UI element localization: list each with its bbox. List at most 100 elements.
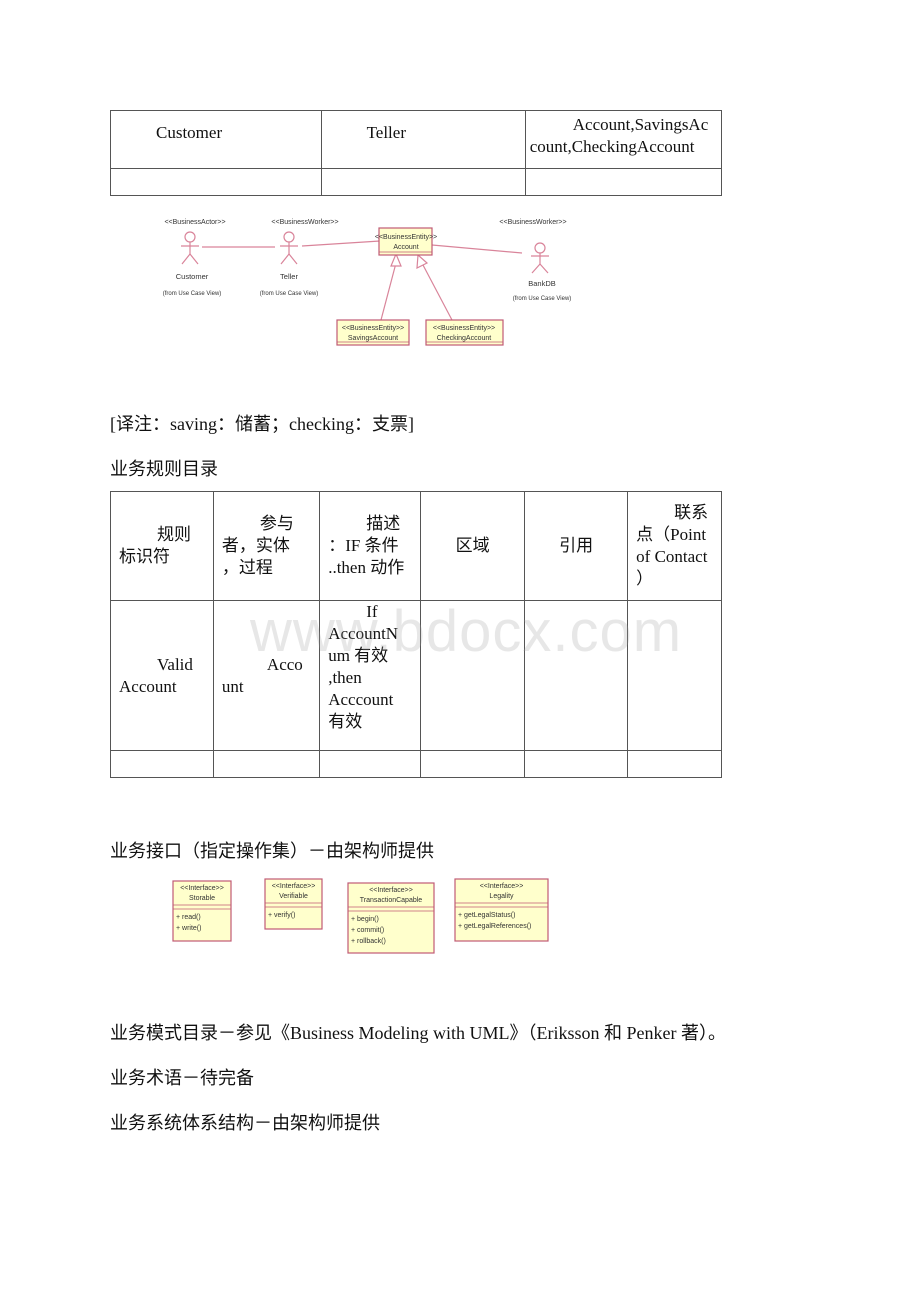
table-header-cell: 描述 ：IF 条件 ..then 动作 <box>319 491 422 601</box>
table-header-cell: 参与者，实体 ，过程 <box>212 491 321 601</box>
table-cell: Valid Account <box>110 600 214 751</box>
cell-line: 引用 <box>559 536 594 555</box>
cell-line: 点（Point <box>636 525 707 544</box>
table-header-row: 规则标识符 参与者，实体 ，过程 描述 ：IF 条件 ..then 动作 区域 引用 联系点（P… <box>110 491 722 601</box>
generalization-line <box>422 264 453 321</box>
association-line <box>301 240 381 247</box>
actor-note: (from Use Case View) <box>163 291 222 297</box>
generalization-arrowhead <box>416 253 429 270</box>
cell-line: Valid <box>157 654 193 674</box>
entity-stereotype: <<BusinessEntity>> <box>433 325 495 332</box>
cell-line: 区域 <box>455 536 490 555</box>
table-cell: Acco unt <box>212 600 321 751</box>
table-cell <box>627 600 722 751</box>
interface-name: Verifiable <box>279 893 308 900</box>
cell-text: Teller <box>366 122 406 142</box>
table-cell <box>420 750 525 778</box>
cell-line: 参与 <box>259 514 294 533</box>
entity-stereotype: <<BusinessEntity>> <box>375 234 437 241</box>
interface-operation: + read() <box>176 914 201 921</box>
cell-line: ，过程 <box>221 558 273 577</box>
table-row <box>110 750 722 778</box>
table-header-cell: 规则标识符 <box>110 491 214 601</box>
entity-account: <<BusinessEntity>> Account <box>375 227 437 256</box>
entity-name: SavingsAccount <box>348 335 398 342</box>
interface-stereotype: <<Interface>> <box>369 887 413 894</box>
entity-name: Account <box>393 244 418 251</box>
cell-line: ：IF 条件 <box>328 536 399 555</box>
table-cell: Teller <box>320 110 526 169</box>
generalization-line <box>380 262 397 321</box>
paragraph-business-architecture: 业务系统体系结构－由架构师提供 <box>110 1113 380 1133</box>
cell-line: Acccount <box>328 690 394 709</box>
table-row <box>110 168 723 196</box>
table-cell <box>627 750 722 778</box>
interface-name: Storable <box>189 895 215 902</box>
interface-operation: + verify() <box>268 912 295 919</box>
cell-line: ..then 动作 <box>328 558 405 577</box>
paragraph-business-patterns: 业务模式目录－参见《Business Modeling with UML》（Er… <box>110 1023 726 1043</box>
generalization-arrowhead <box>390 252 402 267</box>
interface-operation: + commit() <box>351 927 384 934</box>
interface-storable: <<Interface>> Storable + read() + write() <box>172 880 232 942</box>
actor-customer-icon <box>181 231 199 265</box>
table-cell <box>524 168 723 196</box>
interface-name: TransactionCapable <box>360 897 422 904</box>
cell-line: Acco <box>266 654 303 674</box>
cell-line: Account <box>119 676 177 696</box>
table-cell <box>319 750 422 778</box>
interface-stereotype: <<Interface>> <box>272 883 316 890</box>
table-row: Customer Teller Account,SavingsAc count,… <box>110 110 723 169</box>
interface-operation: + getLegalReferences() <box>458 923 531 930</box>
cell-line: 规则 <box>157 525 191 544</box>
translator-note: [译注：saving：储蓄；checking：支票] <box>110 414 414 434</box>
cell-line: AccountN <box>328 624 399 643</box>
cell-line: of Contact <box>636 547 708 566</box>
interface-verifiable: <<Interface>> Verifiable + verify() <box>264 878 323 930</box>
cell-line: 有效 <box>328 712 363 731</box>
actor-note: (from Use Case View) <box>513 296 572 302</box>
cell-line: 者，实体 <box>221 536 290 555</box>
table-cell <box>523 750 629 778</box>
interface-stereotype: <<Interface>> <box>180 885 224 892</box>
section-heading-business-interfaces: 业务接口（指定操作集）－由架构师提供 <box>110 841 434 861</box>
interface-transactioncapable: <<Interface>> TransactionCapable + begin()… <box>347 882 435 954</box>
cell-line: um 有效 <box>328 646 389 665</box>
cell-line: 描述 <box>366 514 401 533</box>
cell-line: ,then <box>328 668 362 687</box>
actor-stereotype: <<BusinessWorker>> <box>271 219 338 226</box>
cell-text: count,CheckingAccount <box>529 136 695 156</box>
cell-line: If <box>366 602 378 621</box>
cell-text: Customer <box>156 122 223 142</box>
table-cell <box>420 600 525 751</box>
paragraph-business-glossary: 业务术语－待完备 <box>110 1068 254 1088</box>
interface-legality: <<Interface>> Legality + getLegalStatus() +… <box>454 878 549 942</box>
interface-operation: + getLegalStatus() <box>458 912 515 919</box>
cell-line: 联系 <box>674 503 709 522</box>
cell-line: unt <box>221 676 244 696</box>
business-object-diagram: <<BusinessActor>> Customer (from Use Cas… <box>163 219 572 346</box>
table-cell <box>523 600 629 751</box>
actor-name: Teller <box>280 272 298 281</box>
table-cell <box>320 168 526 196</box>
entity-name: CheckingAccount <box>437 335 492 342</box>
table-cell: Customer <box>110 110 322 169</box>
interface-operation: + rollback() <box>351 938 386 945</box>
actor-name: Customer <box>176 272 209 281</box>
table-cell <box>212 750 321 778</box>
table-cell: Account,SavingsAc count,CheckingAccount <box>524 110 723 169</box>
table-header-cell: 联系 点（Point of Contact ） <box>627 491 722 601</box>
table-header-cell: 区域 <box>420 491 525 601</box>
association-line <box>431 244 523 254</box>
actor-stereotype: <<BusinessActor>> <box>164 219 225 226</box>
entity-savings-account: <<BusinessEntity>> SavingsAccount <box>336 319 410 346</box>
interface-name: Legality <box>489 893 514 900</box>
cell-text: Account,SavingsAc <box>572 114 709 134</box>
cell-line: 标识符 <box>119 547 170 566</box>
table-cell <box>110 168 322 196</box>
table-cell <box>110 750 214 778</box>
interface-operation: + write() <box>176 925 201 932</box>
section-heading-business-rules: 业务规则目录 <box>110 459 218 479</box>
actor-stereotype: <<BusinessWorker>> <box>499 219 566 226</box>
actor-note: (from Use Case View) <box>260 291 319 297</box>
